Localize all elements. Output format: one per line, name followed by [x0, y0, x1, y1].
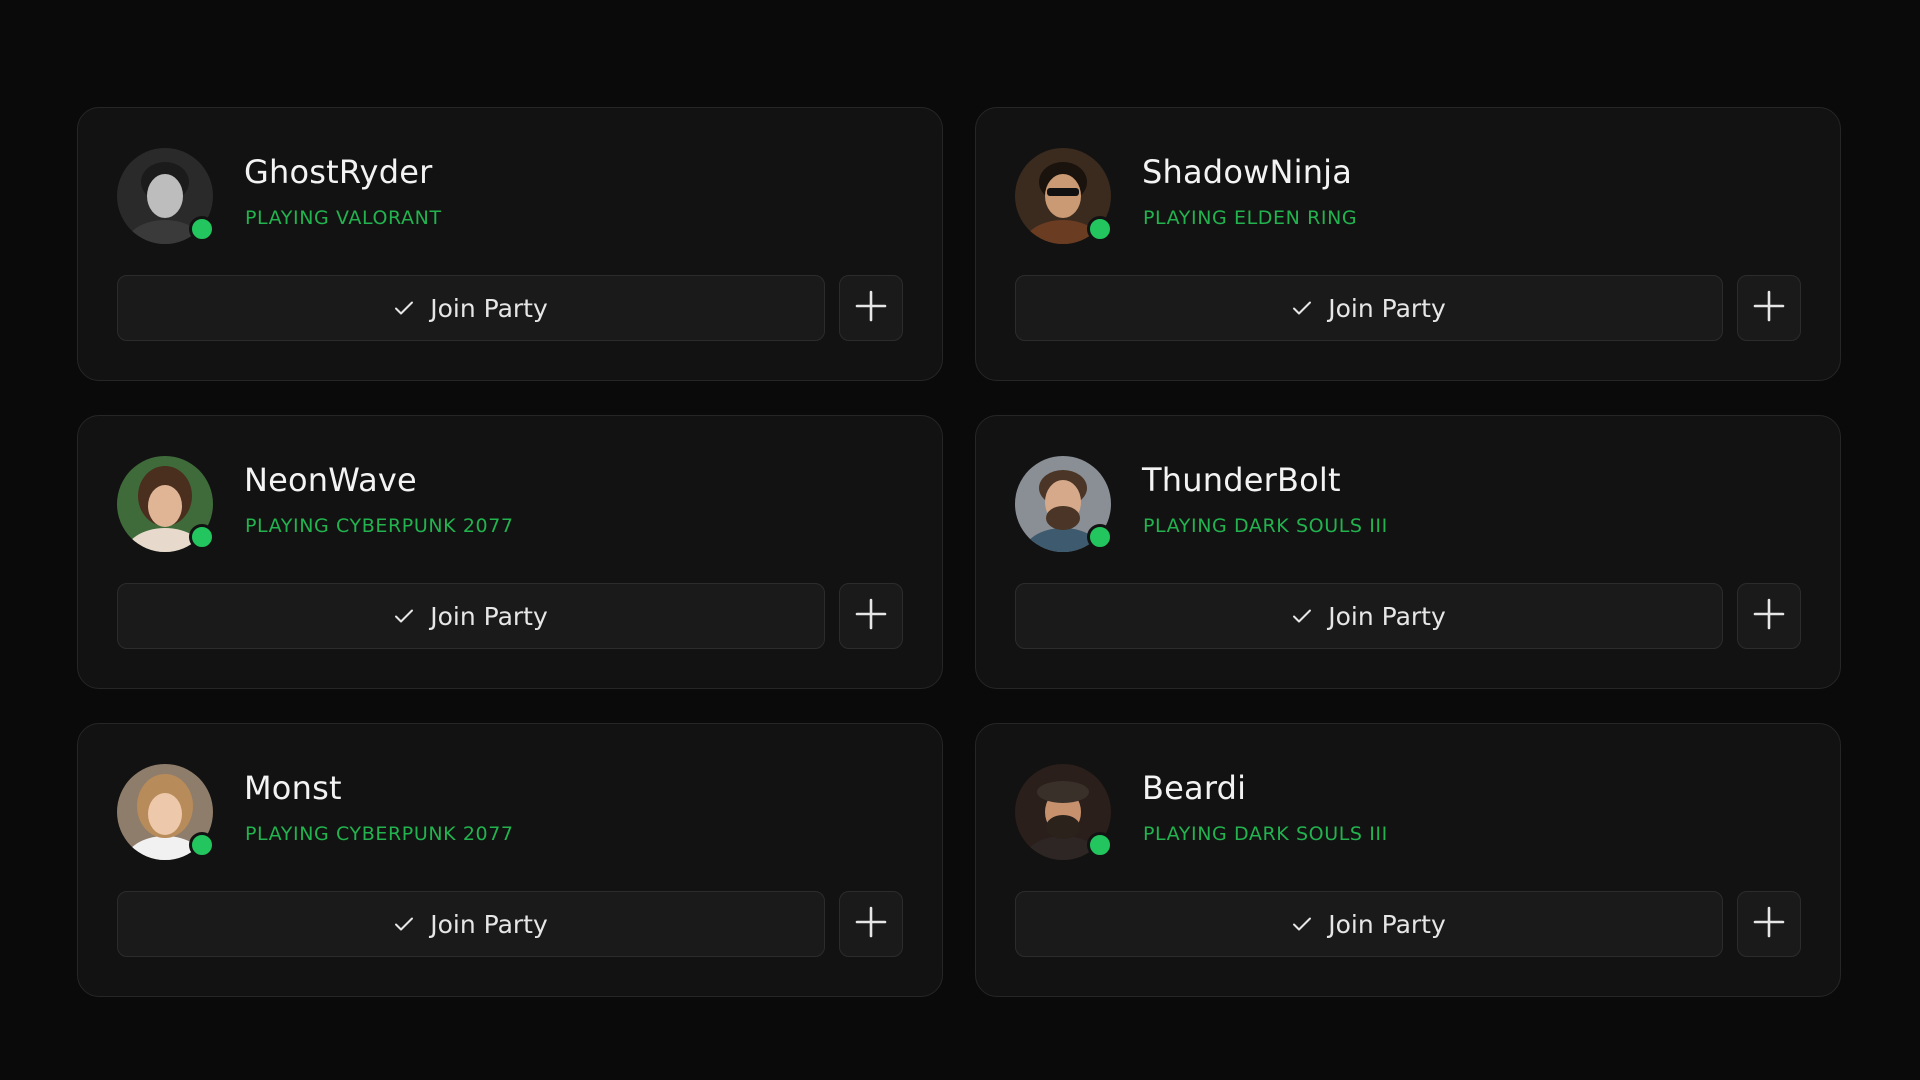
join-party-button[interactable]: Join Party — [117, 275, 825, 341]
avatar[interactable] — [1015, 764, 1113, 860]
plus-icon — [1752, 597, 1786, 635]
add-friend-button[interactable] — [1737, 583, 1801, 649]
join-party-button[interactable]: Join Party — [117, 583, 825, 649]
friend-name: NeonWave — [244, 461, 417, 499]
friend-name: ShadowNinja — [1142, 153, 1353, 191]
add-friend-button[interactable] — [839, 583, 903, 649]
friend-card: Monst PLAYING CYBERPUNK 2077 Join Party — [77, 723, 943, 997]
plus-icon — [854, 905, 888, 943]
online-status-dot — [189, 216, 215, 242]
friend-card: GhostRyder PLAYING VALORANT Join Party — [77, 107, 943, 381]
avatar[interactable] — [1015, 456, 1113, 552]
friend-card: Beardi PLAYING DARK SOULS III Join Party — [975, 723, 1841, 997]
add-friend-button[interactable] — [1737, 275, 1801, 341]
avatar[interactable] — [1015, 148, 1113, 244]
friend-activity: PLAYING CYBERPUNK 2077 — [245, 823, 514, 845]
friend-activity: PLAYING CYBERPUNK 2077 — [245, 515, 514, 537]
plus-icon — [1752, 289, 1786, 327]
avatar[interactable] — [117, 456, 215, 552]
friend-card: ShadowNinja PLAYING ELDEN RING Join Part… — [975, 107, 1841, 381]
check-icon — [1292, 300, 1312, 316]
friend-name: ThunderBolt — [1142, 461, 1341, 499]
online-status-dot — [1087, 524, 1113, 550]
plus-icon — [854, 597, 888, 635]
join-party-label: Join Party — [430, 909, 548, 939]
plus-icon — [1752, 905, 1786, 943]
check-icon — [394, 300, 414, 316]
add-friend-button[interactable] — [839, 275, 903, 341]
friend-name: Monst — [244, 769, 342, 807]
check-icon — [1292, 916, 1312, 932]
join-party-button[interactable]: Join Party — [117, 891, 825, 957]
friend-activity: PLAYING VALORANT — [245, 207, 442, 229]
online-status-dot — [1087, 832, 1113, 858]
avatar[interactable] — [117, 148, 215, 244]
join-party-label: Join Party — [430, 601, 548, 631]
plus-icon — [854, 289, 888, 327]
friend-activity: PLAYING DARK SOULS III — [1143, 515, 1388, 537]
online-status-dot — [189, 524, 215, 550]
friend-card: NeonWave PLAYING CYBERPUNK 2077 Join Par… — [77, 415, 943, 689]
join-party-label: Join Party — [1328, 293, 1446, 323]
add-friend-button[interactable] — [1737, 891, 1801, 957]
online-status-dot — [189, 832, 215, 858]
friend-name: GhostRyder — [244, 153, 433, 191]
friend-name: Beardi — [1142, 769, 1247, 807]
friend-activity: PLAYING DARK SOULS III — [1143, 823, 1388, 845]
friend-activity: PLAYING ELDEN RING — [1143, 207, 1358, 229]
friends-grid: GhostRyder PLAYING VALORANT Join Party S… — [77, 107, 1841, 997]
join-party-button[interactable]: Join Party — [1015, 275, 1723, 341]
online-status-dot — [1087, 216, 1113, 242]
join-party-button[interactable]: Join Party — [1015, 583, 1723, 649]
add-friend-button[interactable] — [839, 891, 903, 957]
avatar[interactable] — [117, 764, 215, 860]
join-party-label: Join Party — [1328, 601, 1446, 631]
join-party-label: Join Party — [1328, 909, 1446, 939]
friend-card: ThunderBolt PLAYING DARK SOULS III Join … — [975, 415, 1841, 689]
check-icon — [394, 608, 414, 624]
check-icon — [1292, 608, 1312, 624]
check-icon — [394, 916, 414, 932]
join-party-button[interactable]: Join Party — [1015, 891, 1723, 957]
join-party-label: Join Party — [430, 293, 548, 323]
